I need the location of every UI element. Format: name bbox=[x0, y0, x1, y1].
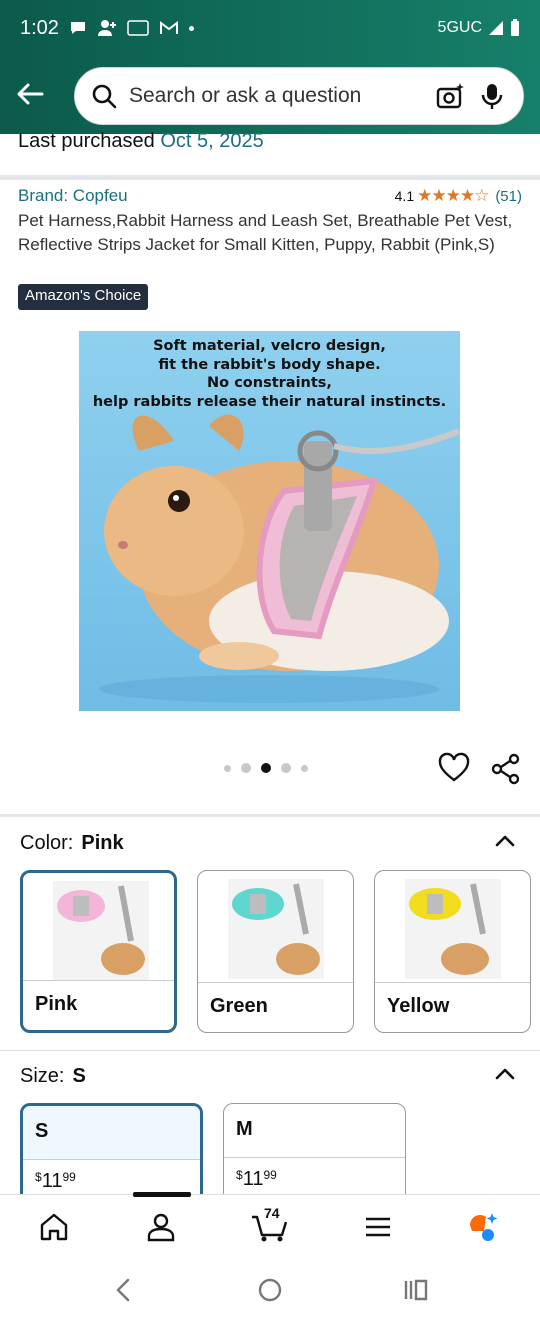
carousel-dot[interactable] bbox=[224, 764, 231, 772]
system-recents-icon[interactable] bbox=[402, 1276, 430, 1304]
color-section-label: Color: Pink bbox=[20, 832, 124, 855]
last-purchased-label: Last purchased bbox=[18, 130, 155, 152]
pink-harness-thumbnail bbox=[53, 881, 149, 981]
color-option-label: Yellow bbox=[375, 982, 530, 1032]
search-header: Search or ask a question bbox=[0, 56, 540, 134]
search-bar[interactable]: Search or ask a question bbox=[74, 67, 524, 125]
divider bbox=[0, 814, 540, 817]
camera-lens-icon[interactable] bbox=[435, 81, 465, 111]
last-purchased-date[interactable]: Oct 5, 2025 bbox=[160, 130, 263, 152]
caption-line: help rabbits release their natural insti… bbox=[92, 393, 447, 410]
review-count[interactable]: (51) bbox=[495, 188, 522, 205]
chevron-up-icon[interactable] bbox=[494, 830, 516, 852]
back-arrow-icon[interactable] bbox=[14, 78, 46, 110]
carousel-dot[interactable] bbox=[301, 764, 308, 772]
currency-symbol: $ bbox=[236, 1168, 243, 1182]
price-dollars: 11 bbox=[242, 1168, 264, 1190]
search-icon bbox=[92, 84, 117, 109]
price-dollars: 11 bbox=[41, 1170, 63, 1192]
rating-value: 4.1 bbox=[394, 188, 415, 204]
bottom-navigation: 74 bbox=[0, 1192, 540, 1258]
gmail-icon bbox=[159, 21, 178, 34]
color-option-label: Green bbox=[198, 982, 353, 1032]
product-image[interactable]: Soft material, velcro design, fit the ra… bbox=[79, 331, 460, 711]
caption-line: fit the rabbit's body shape. bbox=[158, 356, 381, 373]
home-icon[interactable] bbox=[38, 1211, 70, 1243]
product-title: Pet Harness,Rabbit Harness and Leash Set… bbox=[18, 211, 513, 254]
rufus-assistant-icon[interactable] bbox=[466, 1211, 498, 1243]
star-rating-icon: ★★★★☆ bbox=[417, 186, 489, 205]
account-icon[interactable] bbox=[145, 1211, 177, 1243]
clock: 1:02 bbox=[20, 16, 59, 39]
person-add-icon bbox=[97, 20, 116, 36]
color-option-green[interactable]: Green bbox=[197, 870, 354, 1033]
caption-line: No constraints, bbox=[207, 375, 332, 391]
price-cents: 99 bbox=[263, 1168, 277, 1182]
chevron-up-icon[interactable] bbox=[494, 1063, 516, 1085]
system-back-icon[interactable] bbox=[110, 1276, 138, 1304]
network-type: 5GUC bbox=[437, 19, 482, 36]
size-selected: S bbox=[72, 1065, 86, 1087]
system-home-icon[interactable] bbox=[256, 1276, 284, 1304]
active-tab-indicator bbox=[133, 1192, 191, 1197]
color-label: Color: bbox=[20, 832, 74, 854]
image-carousel-dots[interactable] bbox=[224, 763, 308, 773]
divider bbox=[0, 1050, 540, 1051]
size-section-label: Size: S bbox=[20, 1065, 86, 1088]
rating-summary[interactable]: 4.1 ★★★★☆ (51) bbox=[395, 186, 522, 206]
image-caption: Soft material, velcro design, fit the ra… bbox=[79, 337, 460, 411]
size-option-label: S bbox=[23, 1106, 200, 1160]
carousel-dot-active[interactable] bbox=[261, 763, 271, 773]
battery-icon bbox=[511, 19, 519, 36]
last-purchased: Last purchased Oct 5, 2025 bbox=[18, 130, 264, 153]
color-option-pink[interactable]: Pink bbox=[20, 870, 177, 1033]
share-icon[interactable] bbox=[490, 753, 522, 785]
amazons-choice-badge: Amazon's Choice bbox=[18, 284, 149, 310]
caption-line: Soft material, velcro design, bbox=[153, 338, 386, 354]
color-option-yellow[interactable]: Yellow bbox=[374, 870, 531, 1033]
menu-icon[interactable] bbox=[362, 1211, 394, 1243]
system-indicators: 5GUC bbox=[438, 19, 520, 37]
carousel-dot[interactable] bbox=[241, 763, 251, 773]
system-navigation bbox=[0, 1258, 540, 1320]
size-label: Size: bbox=[20, 1065, 65, 1087]
price-cents: 99 bbox=[62, 1170, 76, 1184]
brand-link[interactable]: Brand: Copfeu bbox=[18, 186, 128, 206]
temu-icon bbox=[127, 20, 149, 36]
search-input[interactable]: Search or ask a question bbox=[129, 84, 423, 108]
size-option-label: M bbox=[224, 1104, 405, 1158]
heart-icon[interactable] bbox=[438, 752, 470, 784]
yellow-harness-thumbnail bbox=[405, 879, 501, 979]
more-dot-icon bbox=[188, 25, 194, 31]
notification-icons bbox=[69, 19, 194, 37]
green-harness-thumbnail bbox=[228, 879, 324, 979]
carousel-dot[interactable] bbox=[281, 763, 291, 773]
chat-icon bbox=[70, 22, 85, 34]
microphone-icon[interactable] bbox=[477, 81, 507, 111]
currency-symbol: $ bbox=[35, 1170, 42, 1184]
color-selected: Pink bbox=[81, 832, 124, 854]
color-option-label: Pink bbox=[23, 980, 174, 1030]
divider bbox=[0, 175, 540, 180]
signal-icon bbox=[489, 21, 503, 35]
status-bar: 1:02 5GUC bbox=[0, 0, 540, 56]
cart-count: 74 bbox=[264, 1205, 280, 1221]
